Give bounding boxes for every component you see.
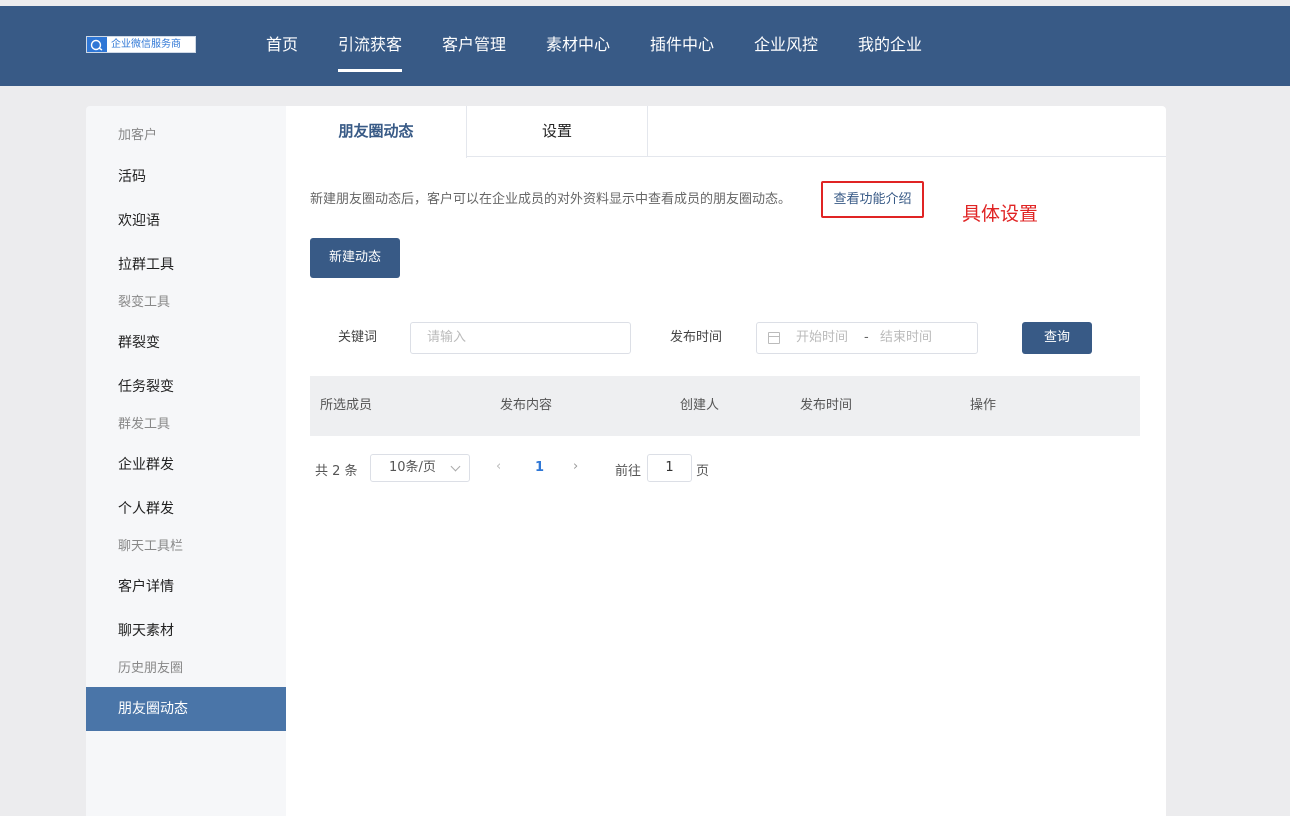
- sidebar-item-moments[interactable]: 朋友圈动态: [86, 687, 286, 731]
- tab-bar: 朋友圈动态 设置: [286, 106, 1166, 158]
- goto-label: 前往: [615, 464, 642, 479]
- sidebar-group-moments-history: 历史朋友圈: [118, 661, 184, 676]
- table-header: 所选成员 发布内容 创建人 发布时间 操作: [310, 376, 1140, 436]
- nav-material-center[interactable]: 素材中心: [546, 34, 610, 56]
- next-page-button[interactable]: ›: [573, 459, 578, 474]
- nav-lead-generation[interactable]: 引流获客: [338, 34, 403, 72]
- date-range-picker[interactable]: 开始时间 - 结束时间: [756, 322, 978, 354]
- current-page[interactable]: 1: [535, 460, 544, 475]
- page-size-select[interactable]: 10条/页: [370, 454, 470, 482]
- sidebar-item-chat-material[interactable]: 聊天素材: [86, 609, 286, 653]
- sidebar-group-broadcast: 群发工具: [118, 417, 171, 432]
- column-header: 操作: [970, 398, 997, 413]
- chevron-down-icon: [450, 461, 461, 472]
- end-date-field[interactable]: 结束时间: [880, 323, 932, 353]
- publish-time-label: 发布时间: [670, 330, 723, 345]
- sidebar-item-group-fission[interactable]: 群裂变: [86, 321, 286, 365]
- column-header: 发布时间: [800, 398, 853, 413]
- annotation-label: 具体设置: [962, 203, 1039, 225]
- logo[interactable]: 企业微信服务商: [86, 36, 196, 53]
- query-button[interactable]: 查询: [1022, 322, 1092, 354]
- keyword-input[interactable]: 请输入: [410, 322, 631, 354]
- column-header: 发布内容: [500, 398, 553, 413]
- calendar-icon: [768, 332, 780, 344]
- logo-text: 企业微信服务商: [111, 39, 181, 50]
- sidebar-item-live-code[interactable]: 活码: [86, 155, 286, 199]
- nav-customer-management[interactable]: 客户管理: [442, 34, 506, 56]
- range-separator: -: [864, 330, 869, 345]
- sidebar-group-fission: 裂变工具: [118, 295, 171, 310]
- column-header: 所选成员: [320, 398, 373, 413]
- sidebar-item-welcome[interactable]: 欢迎语: [86, 199, 286, 243]
- nav-home[interactable]: 首页: [266, 34, 298, 56]
- column-header: 创建人: [680, 398, 720, 413]
- sidebar-item-enterprise-broadcast[interactable]: 企业群发: [86, 443, 286, 487]
- prev-page-button[interactable]: ‹: [496, 459, 501, 474]
- sidebar-item-personal-broadcast[interactable]: 个人群发: [86, 487, 286, 531]
- nav-risk-control[interactable]: 企业风控: [754, 34, 818, 56]
- main-panel: 朋友圈动态 设置 新建朋友圈动态后，客户可以在企业成员的对外资料显示中查看成员的…: [286, 106, 1166, 816]
- sidebar-item-group-invite[interactable]: 拉群工具: [86, 243, 286, 287]
- tab-settings[interactable]: 设置: [467, 106, 648, 157]
- new-moment-button[interactable]: 新建动态: [310, 238, 400, 278]
- nav-my-company[interactable]: 我的企业: [858, 34, 922, 56]
- keyword-label: 关键词: [338, 330, 378, 345]
- top-nav-bar: 企业微信服务商 首页 引流获客 客户管理 素材中心 插件中心 企业风控 我的企业: [0, 6, 1290, 86]
- goto-suffix: 页: [696, 464, 710, 479]
- sidebar-item-task-fission[interactable]: 任务裂变: [86, 365, 286, 409]
- total-count: 共 2 条: [315, 464, 358, 479]
- tab-moments[interactable]: 朋友圈动态: [286, 106, 467, 158]
- description-text: 新建朋友圈动态后，客户可以在企业成员的对外资料显示中查看成员的朋友圈动态。: [310, 192, 792, 207]
- pagination: 共 2 条 10条/页 ‹ 1 › 前往 1 页: [310, 454, 1140, 482]
- chat-bubble-icon: [87, 37, 107, 52]
- sidebar-item-customer-detail[interactable]: 客户详情: [86, 565, 286, 609]
- sidebar-group-chat-toolbar: 聊天工具栏: [118, 539, 184, 554]
- nav-plugin-center[interactable]: 插件中心: [650, 34, 714, 56]
- page-size-value: 10条/页: [389, 460, 436, 475]
- goto-page-input[interactable]: 1: [647, 454, 692, 482]
- sidebar-group-add-customer: 加客户: [118, 128, 158, 143]
- feature-intro-link[interactable]: 查看功能介绍: [821, 181, 924, 218]
- start-date-field[interactable]: 开始时间: [796, 323, 848, 353]
- sidebar: 加客户 活码 欢迎语 拉群工具 裂变工具 群裂变 任务裂变 群发工具 企业群发 …: [86, 106, 286, 816]
